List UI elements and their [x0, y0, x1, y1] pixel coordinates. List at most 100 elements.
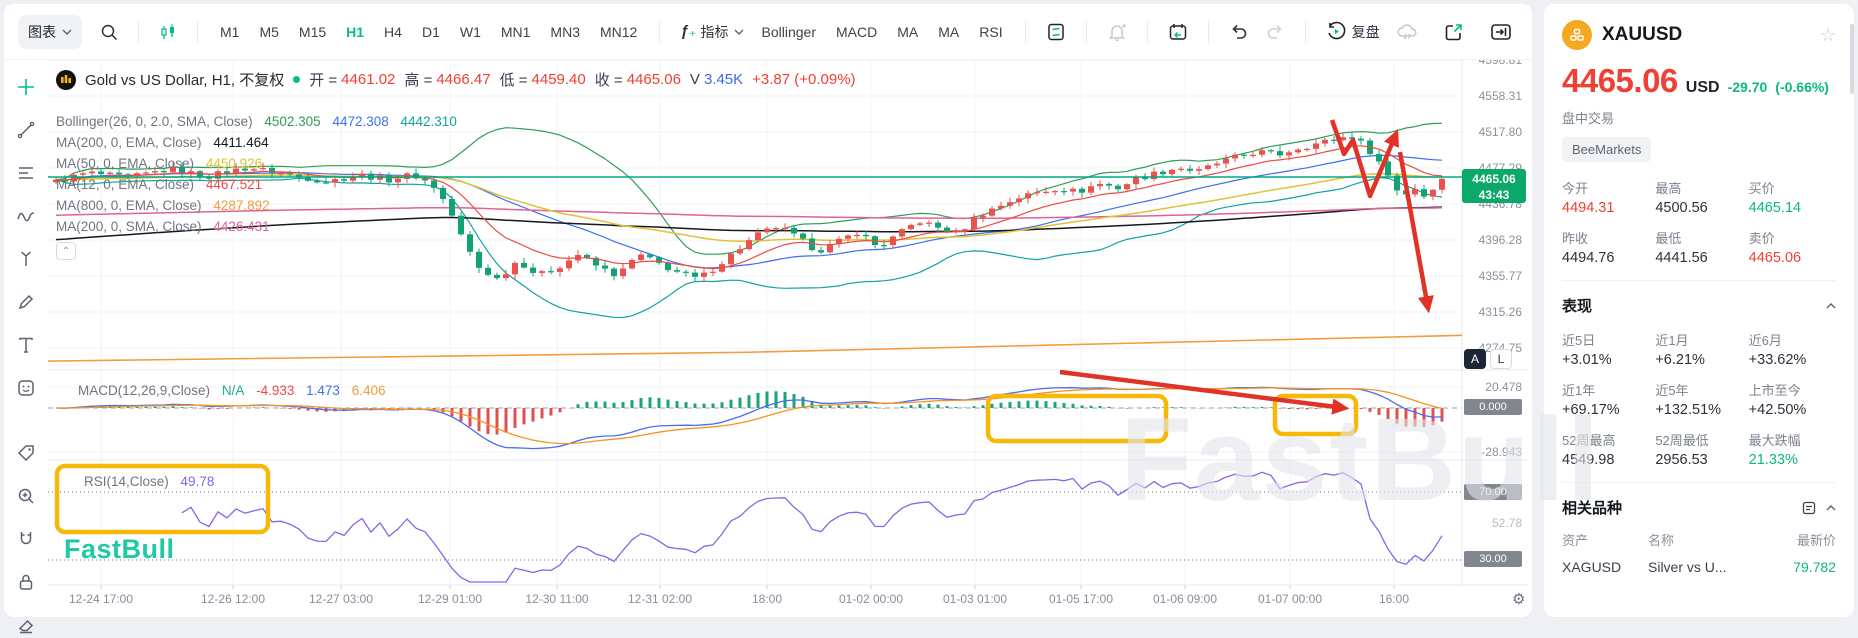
perf-value: +132.51% — [1655, 402, 1722, 418]
quote-label: 买价 — [1748, 181, 1775, 196]
price-axis-label: 4396.28 — [1478, 233, 1522, 247]
eraser-tool-button[interactable] — [13, 612, 39, 638]
sticker-tool-button[interactable] — [13, 375, 39, 401]
panel-last-price: 4465.06 — [1562, 62, 1678, 99]
favorite-star-icon[interactable]: ☆ — [1820, 25, 1836, 46]
panel-scrollbar[interactable] — [1850, 24, 1854, 94]
lock-tool-button[interactable] — [13, 569, 39, 595]
chevron-up-icon — [1826, 302, 1836, 308]
time-axis-label: 12-24 17:00 — [68, 592, 134, 606]
chevron-down-icon — [734, 29, 744, 35]
timeframe-mn12[interactable]: MN12 — [593, 18, 644, 46]
timeframe-d1[interactable]: D1 — [415, 18, 447, 46]
bar-countdown: 43:43 — [1478, 188, 1510, 203]
quote-value: 4465.14 — [1748, 200, 1802, 216]
related-price: 79.782 — [1793, 559, 1836, 575]
chart-menu-button[interactable]: 图表 — [18, 14, 82, 49]
time-axis-label: 12-30 11:00 — [525, 592, 589, 606]
magnet-tool-button[interactable] — [13, 526, 39, 552]
zoom-in-tool-button[interactable] — [13, 483, 39, 509]
quick-indicator-rsi[interactable]: RSI — [972, 18, 1009, 46]
rsi-legend[interactable]: RSI(14,Close) 49.78 — [84, 474, 222, 489]
quick-indicator-ma2[interactable]: MA — [931, 18, 966, 46]
open-label: 开 = — [309, 72, 338, 89]
quick-indicator-ma1[interactable]: MA — [890, 18, 925, 46]
broker-badge[interactable]: BeeMarkets — [1562, 137, 1652, 162]
timeframe-m1[interactable]: M1 — [213, 18, 246, 46]
session-status: 盘中交易 — [1562, 111, 1615, 126]
timeframe-m5[interactable]: M5 — [252, 18, 285, 46]
time-axis-label: 12-31 02:00 — [627, 592, 693, 606]
indicator-legend-ma50[interactable]: MA(50, 0, EMA, Close) 4450.926 — [56, 156, 270, 171]
trendline-tool-button[interactable] — [13, 117, 39, 143]
calendar-icon — [1169, 23, 1186, 40]
alert-button[interactable] — [1099, 16, 1135, 48]
collapse-panel-button[interactable] — [1482, 16, 1520, 48]
timeframe-mn1[interactable]: MN1 — [494, 18, 538, 46]
related-section-header[interactable]: 相关品种 — [1562, 497, 1836, 518]
timeframe-h1-active[interactable]: H1 — [339, 18, 371, 46]
chart-type-button[interactable] — [151, 17, 185, 47]
replay-button[interactable]: 复盘 — [1318, 15, 1388, 48]
timeframe-w1[interactable]: W1 — [453, 18, 488, 46]
brush-tool-button[interactable] — [13, 289, 39, 315]
legend-collapse-button[interactable]: ⌃ — [56, 242, 76, 260]
time-axis-label: 01-05 17:00 — [1048, 592, 1114, 606]
indicator-legend-bollinger[interactable]: Bollinger(26, 0, 2.0, SMA, Close) 4502.3… — [56, 114, 465, 129]
time-axis-label: 01-07 00:00 — [1257, 592, 1323, 606]
indicator-legend-ma800[interactable]: MA(800, 0, EMA, Close) 4287.892 — [56, 198, 278, 213]
high-label: 高 = — [404, 72, 433, 89]
macd-axis-label: -28.943 — [1481, 445, 1522, 459]
chart-title[interactable]: Gold vs US Dollar, H1, 不复权 — [85, 69, 284, 90]
economic-calendar-button[interactable] — [1160, 16, 1196, 48]
fx-icon: ƒ — [680, 23, 689, 40]
search-button[interactable] — [92, 17, 126, 47]
quote-label: 今开 — [1562, 181, 1589, 196]
undo-button[interactable] — [1221, 16, 1257, 48]
market-open-dot — [293, 76, 301, 83]
timeframe-h4[interactable]: H4 — [377, 18, 409, 46]
crosshair-tool-button[interactable] — [13, 74, 39, 100]
indicators-button[interactable]: ƒ + 指标 — [672, 16, 751, 48]
quote-label: 昨收 — [1562, 231, 1589, 246]
indicator-legend-ma200-ema[interactable]: MA(200, 0, EMA, Close) 4411.464 — [56, 135, 277, 150]
measure-tool-button[interactable] — [13, 440, 39, 466]
fib-lines-tool-button[interactable] — [13, 160, 39, 186]
quote-value: 4465.06 — [1748, 250, 1802, 266]
perf-value: +3.01% — [1562, 352, 1612, 368]
indicator-legend-ma12[interactable]: MA(12, 0, EMA, Close) 4467.521 — [56, 177, 270, 192]
log-scale-button[interactable]: L — [1490, 349, 1512, 369]
pitchfork-tool-button[interactable] — [13, 246, 39, 272]
redo-button[interactable] — [1257, 16, 1293, 48]
volume-label: V — [689, 71, 700, 88]
time-axis-label: 12-29 01:00 — [417, 592, 483, 606]
macd-legend[interactable]: MACD(12,26,9,Close) N/A -4.933 1.473 6.4… — [78, 383, 394, 398]
perf-value: +42.50% — [1748, 402, 1807, 418]
text-tool-button[interactable] — [13, 332, 39, 358]
axis-settings-gear-icon[interactable]: ⚙ — [1512, 590, 1525, 608]
layout-panels-button[interactable] — [1038, 16, 1074, 48]
cloud-sync-button[interactable] — [1388, 15, 1426, 49]
indicator-legend-ma200-sma[interactable]: MA(200, 0, SMA, Close) 4426.431 — [56, 219, 278, 234]
perf-value: +33.62% — [1748, 352, 1807, 368]
performance-section-header[interactable]: 表现 — [1562, 295, 1836, 316]
auto-scale-button[interactable]: A — [1464, 349, 1486, 369]
timeframe-m15[interactable]: M15 — [292, 18, 333, 46]
perf-label: 最大跌幅 — [1748, 433, 1801, 448]
time-axis-label: 01-02 00:00 — [838, 592, 904, 606]
volume-value: 3.45K — [703, 71, 744, 88]
quote-label: 最高 — [1655, 181, 1682, 196]
share-button[interactable] — [1436, 16, 1472, 48]
eraser-icon — [18, 619, 34, 634]
panel-change-pct: (-0.66%) — [1775, 79, 1829, 95]
quick-indicator-macd[interactable]: MACD — [829, 18, 884, 46]
bell-plus-icon — [1108, 23, 1126, 41]
timeframe-mn3[interactable]: MN3 — [543, 18, 587, 46]
fib-lines-icon — [19, 167, 33, 179]
related-row-xagusd[interactable]: XAGUSD Silver vs U... 79.782 — [1562, 559, 1836, 575]
panels-icon — [1047, 23, 1064, 40]
quick-indicator-bollinger[interactable]: Bollinger — [755, 18, 823, 46]
macd-zero-badge: 0.000 — [1464, 399, 1522, 415]
list-view-icon[interactable] — [1802, 501, 1816, 515]
wave-pattern-tool-button[interactable] — [13, 203, 39, 229]
